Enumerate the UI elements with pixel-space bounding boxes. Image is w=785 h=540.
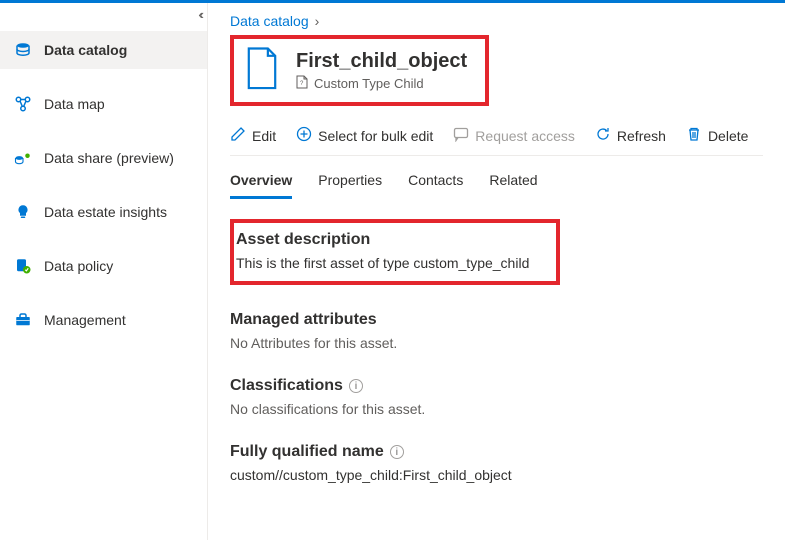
sidebar-item-label: Data map [44, 96, 105, 112]
sidebar-item-management[interactable]: Management [0, 301, 207, 339]
sidebar-item-label: Data catalog [44, 42, 127, 58]
section-classifications-body: No classifications for this asset. [230, 401, 763, 417]
file-type-icon: ? [296, 75, 308, 92]
sidebar-item-data-insights[interactable]: Data estate insights [0, 193, 207, 231]
breadcrumb: Data catalog › [230, 13, 763, 29]
sidebar: ‹‹ Data catalog Data map Data share (pre… [0, 3, 208, 540]
tab-properties[interactable]: Properties [318, 166, 382, 199]
sidebar-item-label: Data estate insights [44, 204, 167, 220]
section-attributes: Managed attributes No Attributes for thi… [230, 311, 763, 351]
map-icon [14, 95, 32, 113]
section-attributes-body: No Attributes for this asset. [230, 335, 763, 351]
refresh-button[interactable]: Refresh [595, 126, 666, 145]
tab-overview[interactable]: Overview [230, 166, 292, 199]
sidebar-item-data-map[interactable]: Data map [0, 85, 207, 123]
svg-text:?: ? [300, 81, 304, 87]
database-icon [14, 41, 32, 59]
toolbox-icon [14, 311, 32, 329]
tab-contacts[interactable]: Contacts [408, 166, 463, 199]
section-fqn-title: Fully qualified name [230, 443, 384, 461]
section-attributes-title: Managed attributes [230, 311, 763, 329]
asset-title-block: First_child_object ? Custom Type Child [230, 35, 489, 106]
trash-icon [686, 126, 702, 145]
section-fqn-body: custom//custom_type_child:First_child_ob… [230, 467, 763, 483]
sidebar-item-label: Data policy [44, 258, 113, 274]
sidebar-item-data-policy[interactable]: Data policy [0, 247, 207, 285]
asset-title: First_child_object [296, 50, 467, 73]
pencil-icon [230, 126, 246, 145]
asset-subtype: Custom Type Child [314, 76, 424, 91]
section-classifications: Classifications i No classifications for… [230, 377, 763, 417]
sidebar-item-data-share[interactable]: Data share (preview) [0, 139, 207, 177]
main-content: Data catalog › First_child_object ? Cust… [208, 3, 785, 540]
sidebar-item-label: Management [44, 312, 126, 328]
section-description: Asset description This is the first asse… [230, 219, 560, 285]
chevron-right-icon: › [315, 13, 320, 29]
section-description-body: This is the first asset of type custom_t… [236, 255, 540, 271]
request-access-button: Request access [453, 126, 575, 145]
tab-related[interactable]: Related [489, 166, 537, 199]
policy-icon [14, 257, 32, 275]
info-icon[interactable]: i [390, 445, 404, 459]
plus-circle-icon [296, 126, 312, 145]
document-icon [244, 47, 280, 94]
info-icon[interactable]: i [349, 379, 363, 393]
collapse-sidebar-icon[interactable]: ‹‹ [198, 7, 201, 22]
edit-button[interactable]: Edit [230, 126, 276, 145]
select-bulk-button[interactable]: Select for bulk edit [296, 126, 433, 145]
tabs: Overview Properties Contacts Related [230, 166, 763, 199]
breadcrumb-root[interactable]: Data catalog [230, 13, 309, 29]
section-classifications-title: Classifications [230, 377, 343, 395]
command-bar: Edit Select for bulk edit Request access… [230, 120, 763, 156]
sidebar-item-data-catalog[interactable]: Data catalog [0, 31, 207, 69]
section-fqn: Fully qualified name i custom//custom_ty… [230, 443, 763, 483]
delete-button[interactable]: Delete [686, 126, 748, 145]
section-description-title: Asset description [236, 231, 540, 249]
chat-icon [453, 126, 469, 145]
refresh-icon [595, 126, 611, 145]
sidebar-item-label: Data share (preview) [44, 150, 174, 166]
bulb-icon [14, 203, 32, 221]
share-icon [14, 149, 32, 167]
